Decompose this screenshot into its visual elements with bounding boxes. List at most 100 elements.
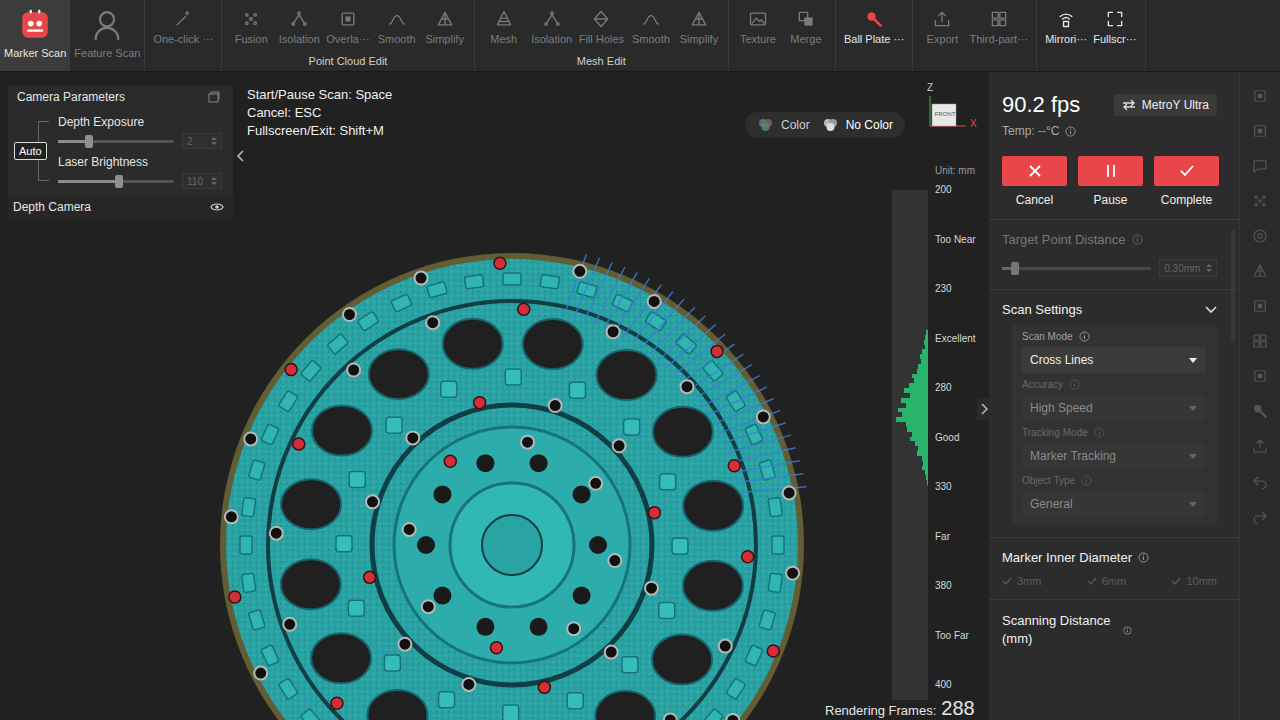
- sidebar-button[interactable]: [1249, 155, 1271, 176]
- color-option[interactable]: Color: [753, 116, 814, 134]
- cube-face-label: FRONT: [933, 111, 957, 117]
- toolbar-button[interactable]: Isolation: [528, 0, 576, 55]
- pin-icon: [864, 9, 884, 29]
- depth-camera-row[interactable]: Depth Camera: [8, 195, 233, 220]
- dropdown[interactable]: Marker Tracking: [1022, 443, 1205, 469]
- toolbar-button[interactable]: Fusion: [227, 0, 275, 55]
- expand-panel-button[interactable]: [977, 398, 989, 420]
- dropdown[interactable]: Cross Lines: [1022, 347, 1205, 373]
- scale-label: 200: [935, 184, 976, 196]
- viewport[interactable]: Camera Parameters Auto Depth Exposure 2 …: [0, 72, 989, 720]
- square-icon: [1251, 87, 1269, 105]
- diameter-checkbox[interactable]: 6mm: [1087, 575, 1126, 587]
- eye-icon[interactable]: [210, 202, 224, 212]
- toolbar-button[interactable]: Texture: [734, 0, 782, 71]
- scan-icon: [18, 8, 52, 42]
- scan-action-button[interactable]: [1078, 156, 1143, 186]
- info-icon[interactable]: [1081, 475, 1092, 486]
- tri-icon: [1251, 262, 1269, 280]
- diameter-checkbox[interactable]: 10mm: [1171, 575, 1217, 587]
- pin-icon: [1251, 402, 1269, 420]
- info-icon[interactable]: [1094, 427, 1105, 438]
- check-icon: [1171, 576, 1181, 586]
- toolbar-button[interactable]: Fill Holes: [576, 0, 627, 55]
- sidebar-button[interactable]: [1249, 435, 1271, 456]
- image-icon: [748, 9, 768, 29]
- toolbar-button[interactable]: Mesh: [480, 0, 528, 55]
- slider[interactable]: [58, 180, 174, 183]
- wave-icon: [387, 9, 407, 29]
- scan-settings: Scan Settings Scan Mode Cross Lines Accu…: [1002, 290, 1217, 525]
- sidebar-button[interactable]: [1249, 190, 1271, 211]
- info-icon[interactable]: [1123, 625, 1132, 636]
- toolbar-button[interactable]: Smooth: [373, 0, 421, 55]
- scan-action-button[interactable]: [1154, 156, 1219, 186]
- spinner-icon[interactable]: [1206, 263, 1212, 273]
- diamond-icon: [591, 9, 611, 29]
- spinner-icon[interactable]: [211, 176, 217, 186]
- toolbar-button[interactable]: Feature Scan: [70, 0, 144, 71]
- number-field[interactable]: 2: [182, 133, 222, 149]
- toolbar-group: Export Third-part···: [913, 0, 1037, 71]
- slider[interactable]: [58, 140, 174, 143]
- sidebar-button[interactable]: [1249, 330, 1271, 351]
- wave-icon: [641, 9, 661, 29]
- dropdown[interactable]: High Speed: [1022, 395, 1205, 421]
- toolbar-button[interactable]: Export: [918, 0, 966, 71]
- shortcut-hint: Cancel: ESC: [247, 105, 392, 120]
- toolbar-button[interactable]: Marker Scan: [0, 0, 70, 71]
- restore-icon[interactable]: [207, 90, 221, 104]
- toolbar-group: Ball Plate ···: [836, 0, 914, 71]
- sidebar-button[interactable]: [1249, 505, 1271, 526]
- info-icon[interactable]: [1132, 234, 1143, 245]
- camera-parameters-panel: Camera Parameters Auto Depth Exposure 2 …: [8, 85, 233, 220]
- scanner-app: Marker Scan Feature Scan One-click ··· F…: [0, 0, 1280, 720]
- toolbar-button[interactable]: Simplify: [421, 0, 469, 55]
- toolbar-button[interactable]: One-click ···: [150, 0, 216, 71]
- scan-action-button[interactable]: [1002, 156, 1067, 186]
- info-icon[interactable]: [1069, 379, 1080, 390]
- toolbar-button[interactable]: Fullscr···: [1090, 0, 1139, 71]
- collapse-chevron-icon[interactable]: [236, 149, 246, 163]
- toolbar-button[interactable]: Smooth: [627, 0, 675, 55]
- color-circles-icon: [757, 118, 775, 132]
- spinner-icon[interactable]: [211, 136, 217, 146]
- toolbar-button[interactable]: Merge: [782, 0, 830, 71]
- color-option[interactable]: No Color: [818, 116, 897, 134]
- orientation-cube[interactable]: Z X FRONT: [918, 82, 982, 146]
- slider-row: Laser Brightness 110: [58, 153, 225, 189]
- sidebar-button[interactable]: [1249, 260, 1271, 281]
- sidebar-button[interactable]: [1249, 225, 1271, 246]
- info-icon[interactable]: [1138, 552, 1149, 563]
- toolbar-button[interactable]: Ball Plate ···: [841, 0, 908, 71]
- number-field[interactable]: 110: [182, 173, 222, 189]
- sidebar-button[interactable]: [1249, 295, 1271, 316]
- sidebar-button[interactable]: [1249, 365, 1271, 386]
- toolbar-button[interactable]: Isolation: [275, 0, 323, 55]
- device-switch-button[interactable]: MetroY Ultra: [1114, 94, 1217, 116]
- toolbar-button[interactable]: Mirrori···: [1042, 0, 1090, 71]
- setting-field: Scan Mode Cross Lines: [1022, 331, 1205, 373]
- square-icon: [1251, 297, 1269, 315]
- sidebar-button[interactable]: [1249, 120, 1271, 141]
- diameter-checkbox[interactable]: 3mm: [1002, 575, 1041, 587]
- toolbar-group: Mirrori··· Fullscr···: [1037, 0, 1146, 71]
- sidebar-button[interactable]: [1249, 470, 1271, 491]
- toolbar-button[interactable]: Third-part···: [966, 0, 1031, 71]
- slider[interactable]: [1002, 267, 1151, 270]
- check-icon: [1002, 576, 1012, 586]
- sidebar-button[interactable]: [1249, 85, 1271, 106]
- number-field[interactable]: 0.30mm: [1159, 259, 1217, 277]
- toolbar-button[interactable]: Overla···: [323, 0, 372, 55]
- caret-icon: [1189, 454, 1197, 459]
- dropdown[interactable]: General: [1022, 491, 1205, 517]
- close-icon: [1027, 163, 1043, 179]
- auto-button[interactable]: Auto: [14, 142, 47, 160]
- scan-settings-header[interactable]: Scan Settings: [1002, 302, 1217, 325]
- info-icon[interactable]: [1065, 126, 1076, 137]
- info-icon[interactable]: [1079, 331, 1090, 342]
- shortcut-hint: Fullscreen/Exit: Shift+M: [247, 123, 392, 138]
- scrollbar[interactable]: [1231, 230, 1235, 340]
- toolbar-button[interactable]: Simplify: [675, 0, 723, 55]
- sidebar-button[interactable]: [1249, 400, 1271, 421]
